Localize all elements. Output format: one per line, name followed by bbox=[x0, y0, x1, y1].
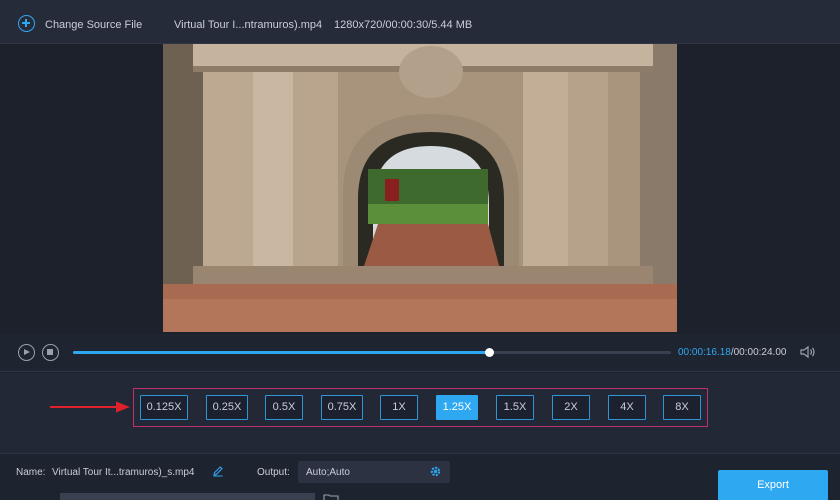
progress-thumb[interactable] bbox=[484, 348, 494, 357]
current-time: 00:00:16.18 bbox=[678, 347, 731, 358]
total-time: 00:00:24.00 bbox=[733, 347, 787, 358]
output-file-name[interactable]: Virtual Tour It...tramuros)_s.mp4 bbox=[52, 467, 194, 478]
folder-icon[interactable] bbox=[323, 494, 339, 500]
speed-option-0-75x[interactable]: 0.75X bbox=[321, 395, 363, 420]
bottom-bar: Name: Virtual Tour It...tramuros)_s.mp4 … bbox=[0, 453, 840, 500]
progress-fill bbox=[73, 351, 489, 354]
gear-icon[interactable] bbox=[429, 465, 442, 478]
playback-controls: 00:00:16.18/00:00:24.00 bbox=[0, 334, 840, 372]
speed-option-0-25x[interactable]: 0.25X bbox=[206, 395, 248, 420]
source-file-name: Virtual Tour I...ntramuros).mp4 bbox=[174, 19, 323, 31]
export-button[interactable]: Export bbox=[718, 470, 828, 500]
speed-option-1x[interactable]: 1X bbox=[380, 395, 418, 420]
speed-option-2x[interactable]: 2X bbox=[552, 395, 590, 420]
save-path-field[interactable] bbox=[60, 493, 315, 500]
output-label: Output: bbox=[257, 467, 290, 478]
change-source-file-button[interactable]: Change Source File bbox=[45, 19, 142, 31]
play-icon[interactable] bbox=[18, 344, 35, 361]
speed-options-area: 0.125X 0.25X 0.5X 0.75X 1X 1.25X 1.5X 2X 4X 8X bbox=[0, 373, 840, 453]
edit-icon[interactable] bbox=[212, 465, 224, 477]
time-readout: 00:00:16.18/00:00:24.00 bbox=[678, 347, 786, 358]
speed-option-1-25x[interactable]: 1.25X bbox=[436, 395, 478, 420]
output-value: Auto;Auto bbox=[306, 467, 350, 478]
video-speed-controller-window: Change Source File Virtual Tour I...ntra… bbox=[0, 0, 840, 500]
stop-icon[interactable] bbox=[42, 344, 59, 361]
speed-option-8x[interactable]: 8X bbox=[663, 395, 701, 420]
speed-option-1-5x[interactable]: 1.5X bbox=[496, 395, 534, 420]
red-arrow-icon bbox=[50, 401, 130, 413]
speed-option-4x[interactable]: 4X bbox=[608, 395, 646, 420]
preview-area bbox=[0, 44, 840, 334]
top-bar: Change Source File Virtual Tour I...ntra… bbox=[0, 0, 840, 44]
name-label: Name: bbox=[16, 467, 46, 478]
video-frame-image bbox=[163, 44, 677, 332]
video-preview bbox=[163, 44, 677, 332]
speed-options-highlight: 0.125X 0.25X 0.5X 0.75X 1X 1.25X 1.5X 2X 4X 8X bbox=[133, 388, 708, 427]
speed-option-0-125x[interactable]: 0.125X bbox=[140, 395, 188, 420]
volume-icon[interactable] bbox=[800, 345, 816, 359]
progress-slider[interactable] bbox=[73, 348, 671, 357]
plus-circle-icon[interactable] bbox=[18, 15, 35, 32]
speed-option-0-5x[interactable]: 0.5X bbox=[265, 395, 303, 420]
source-file-meta: 1280x720/00:00:30/5.44 MB bbox=[334, 19, 473, 31]
